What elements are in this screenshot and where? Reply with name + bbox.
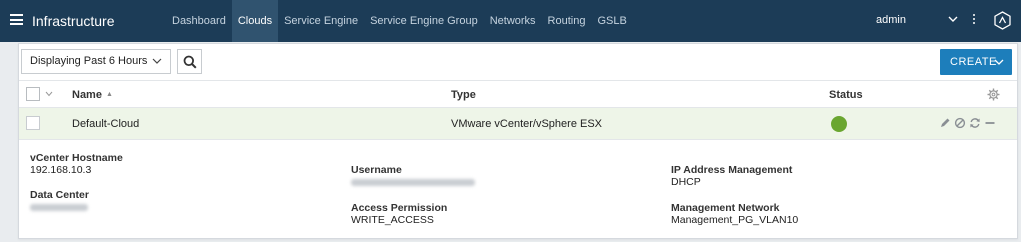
management-network-value: Management_PG_VLAN10 [671,214,799,226]
menu-icon[interactable] [10,14,23,25]
more-options-icon[interactable] [972,14,976,26]
search-button[interactable] [177,49,202,74]
management-network-label: Management Network [671,202,780,214]
username-value-redacted [351,179,475,186]
toolbar: Displaying Past 6 Hours CREATE [19,44,1017,78]
avi-logo-icon[interactable] [993,11,1012,30]
chevron-down-icon [152,58,162,64]
cloud-details: vCenter Hostname 192.168.10.3 Data Cente… [19,140,1017,238]
nav-dashboard[interactable]: Dashboard [166,0,232,42]
nav-routing[interactable]: Routing [542,0,592,42]
access-permission-value: WRITE_ACCESS [351,214,434,226]
nav-service-engine[interactable]: Service Engine [278,0,364,42]
column-header-type[interactable]: Type [451,89,476,101]
nav-service-engine-group[interactable]: Service Engine Group [364,0,484,42]
status-indicator [831,116,847,132]
clouds-panel: Displaying Past 6 Hours CREATE Name ▲ Typ… [18,43,1018,239]
column-header-name-label: Name [72,89,102,101]
search-icon [183,55,197,69]
column-header-name[interactable]: Name ▲ [72,89,113,101]
ip-address-management-label: IP Address Management [671,164,793,176]
row-actions [939,117,999,131]
disable-icon[interactable] [954,117,966,129]
collapse-icon[interactable] [984,117,996,129]
nav-gslb[interactable]: GSLB [591,0,632,42]
app-title[interactable]: Infrastructure [32,13,114,29]
create-label: CREATE [950,56,997,68]
chevron-down-icon[interactable] [45,91,53,97]
row-checkbox[interactable] [26,116,40,130]
gear-icon[interactable] [987,88,1000,101]
select-all-checkbox[interactable] [26,87,40,101]
time-range-label: Displaying Past 6 Hours [30,55,148,67]
edit-icon[interactable] [939,117,951,129]
refresh-icon[interactable] [969,117,981,129]
create-button[interactable]: CREATE [940,49,1012,75]
data-center-value-redacted [30,204,88,211]
chevron-down-icon [994,59,1004,65]
vcenter-hostname-value: 192.168.10.3 [30,164,92,176]
sort-asc-icon[interactable]: ▲ [106,91,113,98]
access-permission-label: Access Permission [351,202,448,214]
vcenter-hostname-label: vCenter Hostname [30,152,123,164]
main-nav: Dashboard Clouds Service Engine Service … [166,0,633,42]
data-center-label: Data Center [30,189,89,201]
nav-networks[interactable]: Networks [484,0,542,42]
time-range-select[interactable]: Displaying Past 6 Hours [21,49,171,74]
chevron-down-icon[interactable] [946,12,960,26]
table-header: Name ▲ Type Status [19,80,1017,108]
nav-clouds[interactable]: Clouds [231,0,279,42]
column-header-status[interactable]: Status [829,89,863,101]
ip-address-management-value: DHCP [671,176,701,188]
cloud-type: VMware vCenter/vSphere ESX [451,118,603,130]
top-navigation-bar: Infrastructure Dashboard Clouds Service … [0,0,1021,42]
username-label: Username [351,164,402,176]
user-name[interactable]: admin [876,14,906,26]
cloud-name: Default-Cloud [72,118,140,130]
table-row[interactable]: Default-Cloud VMware vCenter/vSphere ESX [19,108,1017,140]
